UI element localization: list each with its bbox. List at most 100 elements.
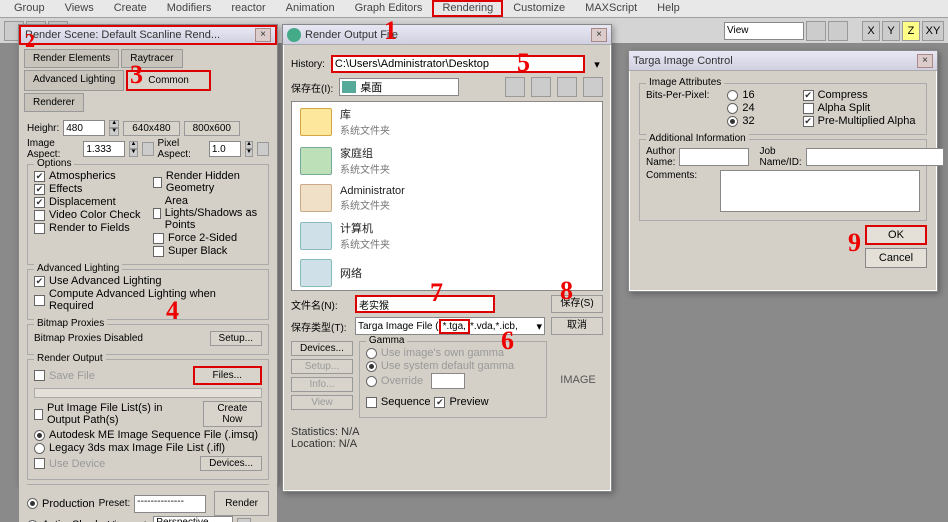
tab-renderer[interactable]: Renderer <box>24 93 84 112</box>
job-name-input[interactable] <box>806 148 944 166</box>
folder-homegroup[interactable]: 家庭组系统文件夹 <box>292 141 602 180</box>
libraries-icon <box>300 108 332 136</box>
pre-mult-alpha-checkbox[interactable]: Pre-Multiplied Alpha <box>803 115 916 127</box>
menu-graph-editors[interactable]: Graph Editors <box>345 0 433 17</box>
image-aspect-spinner[interactable]: ▲▼ <box>129 141 137 157</box>
view-dropdown[interactable]: View <box>724 22 804 40</box>
video-color-check-checkbox[interactable]: Video Color Check <box>34 209 143 221</box>
files-button[interactable]: Files... <box>193 366 262 385</box>
render-scene-titlebar[interactable]: Render Scene: Default Scanline Rend... × <box>19 25 277 45</box>
devices-button[interactable]: Devices... <box>200 456 262 471</box>
tab-raytracer[interactable]: Raytracer <box>121 49 182 68</box>
save-file-checkbox[interactable]: Save File <box>34 370 95 382</box>
tab-adv-lighting[interactable]: Advanced Lighting <box>24 70 124 91</box>
folder-computer[interactable]: 计算机系统文件夹 <box>292 216 602 255</box>
axis-z[interactable]: Z <box>902 21 920 41</box>
render-hidden-checkbox[interactable]: Render Hidden Geometry <box>153 170 262 194</box>
menu-create[interactable]: Create <box>104 0 157 17</box>
render-file-titlebar[interactable]: Render Output File × <box>283 25 611 45</box>
nav-new-folder-icon[interactable] <box>557 77 577 97</box>
preset-dropdown[interactable]: -------------- <box>134 495 206 513</box>
bpp-32-radio[interactable]: 32 <box>727 115 754 127</box>
height-spinner[interactable]: ▲▼ <box>109 120 119 136</box>
compress-checkbox[interactable]: Compress <box>803 89 916 101</box>
pixel-aspect-spinner[interactable]: ▲▼ <box>245 141 253 157</box>
cancel-button[interactable]: Cancel <box>865 248 927 268</box>
author-name-input[interactable] <box>679 148 749 166</box>
lock-icon[interactable] <box>237 518 251 522</box>
tab-render-elements[interactable]: Render Elements <box>24 49 119 68</box>
height-input[interactable] <box>63 120 105 136</box>
image-aspect-input[interactable] <box>83 141 125 157</box>
menu-animation[interactable]: Animation <box>276 0 345 17</box>
folder-list[interactable]: 库系统文件夹 家庭组系统文件夹 Administrator系统文件夹 计算机系统… <box>291 101 603 291</box>
savein-label: 保存在(I): <box>291 80 333 95</box>
autodesk-me-radio[interactable]: Autodesk ME Image Sequence File (.imsq) <box>34 429 262 441</box>
filetype-dropdown[interactable]: Targa Image File (*.tga,*.vda,*.icb,▾ <box>355 317 545 335</box>
folder-network[interactable]: 网络 <box>292 255 602 291</box>
nav-view-icon[interactable] <box>583 77 603 97</box>
render-button[interactable]: Render <box>214 491 269 516</box>
menu-maxscript[interactable]: MAXScript <box>575 0 647 17</box>
menu-rendering[interactable]: Rendering <box>432 0 503 17</box>
use-adv-lighting-checkbox[interactable]: Use Advanced Lighting <box>34 275 262 287</box>
comments-input[interactable] <box>720 170 920 212</box>
lock-icon[interactable] <box>142 142 154 156</box>
sequence-checkbox[interactable]: Sequence <box>366 396 431 408</box>
tab-common[interactable]: Common <box>126 70 211 91</box>
nav-back-icon[interactable] <box>505 77 525 97</box>
pixel-aspect-input[interactable] <box>209 141 241 157</box>
render-to-fields-checkbox[interactable]: Render to Fields <box>34 222 143 234</box>
savein-dropdown[interactable]: 桌面 <box>339 78 459 96</box>
filename-input[interactable] <box>355 295 495 313</box>
nav-up-icon[interactable] <box>531 77 551 97</box>
production-radio[interactable]: Production <box>27 498 95 510</box>
close-icon[interactable]: × <box>591 28 607 42</box>
menu-help[interactable]: Help <box>647 0 690 17</box>
chevron-down-icon[interactable]: ▾ <box>591 58 603 71</box>
put-ifl-checkbox[interactable]: Put Image File List(s) in Output Path(s) <box>34 402 195 426</box>
super-black-checkbox[interactable]: Super Black <box>153 245 262 257</box>
res-800x600-button[interactable]: 800x600 <box>184 121 240 136</box>
menu-modifiers[interactable]: Modifiers <box>157 0 222 17</box>
ok-button[interactable]: OK <box>865 225 927 245</box>
lock-icon[interactable] <box>257 142 269 156</box>
legacy-ifl-radio[interactable]: Legacy 3ds max Image File List (.ifl) <box>34 442 262 454</box>
alpha-split-checkbox[interactable]: Alpha Split <box>803 102 916 114</box>
viewport-dropdown[interactable]: Perspective <box>153 516 233 522</box>
menu-customize[interactable]: Customize <box>503 0 575 17</box>
location-text: Location: N/A <box>291 438 603 450</box>
axis-y[interactable]: Y <box>882 21 900 41</box>
create-now-button[interactable]: Create Now <box>203 401 262 427</box>
targa-titlebar[interactable]: Targa Image Control × <box>629 51 937 71</box>
use-device-checkbox[interactable]: Use Device <box>34 458 105 470</box>
res-640x480-button[interactable]: 640x480 <box>123 121 179 136</box>
axis-xy[interactable]: XY <box>922 21 944 41</box>
displacement-checkbox[interactable]: Displacement <box>34 196 143 208</box>
compute-adv-lighting-checkbox[interactable]: Compute Advanced Lighting when Required <box>34 288 262 312</box>
force-2sided-checkbox[interactable]: Force 2-Sided <box>153 232 262 244</box>
tool-icon[interactable] <box>806 21 826 41</box>
folder-libraries[interactable]: 库系统文件夹 <box>292 102 602 141</box>
bpp-24-radio[interactable]: 24 <box>727 102 754 114</box>
setup-button[interactable]: Setup... <box>210 331 262 346</box>
axis-x[interactable]: X <box>862 21 880 41</box>
area-lights-checkbox[interactable]: Area Lights/Shadows as Points <box>153 195 262 231</box>
menu-views[interactable]: Views <box>55 0 104 17</box>
close-icon[interactable]: × <box>255 28 271 42</box>
close-icon[interactable]: × <box>917 54 933 68</box>
save-button[interactable]: 保存(S) <box>551 295 603 313</box>
menu-reactor[interactable]: reactor <box>221 0 275 17</box>
preview-checkbox[interactable]: Preview <box>434 396 488 408</box>
devices-button[interactable]: Devices... <box>291 341 353 356</box>
effects-checkbox[interactable]: Effects <box>34 183 143 195</box>
options-group: Options Atmospherics Effects Displacemen… <box>27 164 269 265</box>
bpp-16-radio[interactable]: 16 <box>727 89 754 101</box>
menu-group[interactable]: Group <box>4 0 55 17</box>
tool-icon[interactable] <box>828 21 848 41</box>
folder-administrator[interactable]: Administrator系统文件夹 <box>292 180 602 216</box>
history-dropdown[interactable]: C:\Users\Administrator\Desktop <box>331 55 585 73</box>
render-scene-title: Render Scene: Default Scanline Rend... <box>25 29 220 41</box>
atmospherics-checkbox[interactable]: Atmospherics <box>34 170 143 182</box>
cancel-button[interactable]: 取消 <box>551 317 603 335</box>
